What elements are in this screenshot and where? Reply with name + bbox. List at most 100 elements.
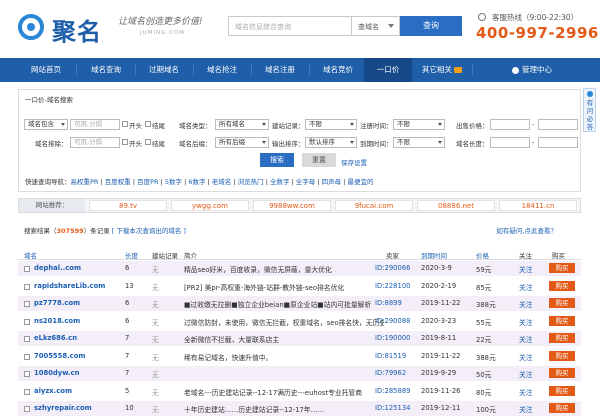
row-seller[interactable]: ID:285889 <box>375 387 410 395</box>
quick-link[interactable]: 最便宜的 <box>347 178 373 186</box>
row-seller[interactable]: ID:79962 <box>375 369 406 377</box>
suffix-select[interactable]: 所有后缀 <box>215 137 269 148</box>
quick-link[interactable]: 老域名 <box>212 178 232 186</box>
header-search-input[interactable]: 域名信息综合查询 <box>228 16 352 36</box>
row-seller[interactable]: ID:125134 <box>375 404 410 412</box>
recommend-item[interactable]: 9fucai.com <box>335 200 413 211</box>
row-checkbox[interactable] <box>24 388 30 395</box>
row-buy-button[interactable]: 购买 <box>549 315 575 326</box>
search-type-select[interactable]: 查域名 <box>352 16 400 36</box>
row-follow-link[interactable]: 关注 <box>519 369 533 379</box>
row-follow-link[interactable]: 关注 <box>519 264 533 274</box>
nav-expired[interactable]: 过期域名 <box>136 58 192 82</box>
row-follow-link[interactable]: 关注 <box>519 317 533 327</box>
price-max-input[interactable] <box>538 119 578 130</box>
exclude-start-checkbox[interactable] <box>122 139 128 145</box>
length-max-input[interactable] <box>538 137 578 148</box>
row-buy-button[interactable]: 购买 <box>549 333 575 343</box>
row-checkbox[interactable] <box>24 283 30 290</box>
quick-link[interactable]: 5数字 <box>165 178 182 186</box>
domain-type-select[interactable]: 所有域名 <box>215 119 269 130</box>
download-results-link[interactable]: [ 下载本次查询出的域名 ] <box>112 227 186 235</box>
row-follow-link[interactable]: 关注 <box>519 282 533 292</box>
row-checkbox[interactable] <box>24 371 30 377</box>
row-domain[interactable]: dephal..com <box>34 264 81 272</box>
quick-link[interactable]: 百度PR <box>137 178 158 186</box>
site-record-select[interactable]: 不限 <box>305 119 357 130</box>
quick-link[interactable]: 百度权重 <box>105 178 131 186</box>
recommend-item[interactable]: 89.tv <box>89 200 167 211</box>
row-checkbox[interactable] <box>24 266 30 272</box>
row-buy-button[interactable]: 购买 <box>549 403 575 413</box>
row-buy-button[interactable]: 购买 <box>549 263 575 273</box>
include-input[interactable]: 可用,分隔 <box>70 119 120 130</box>
include-start-label: 开头 <box>129 122 142 130</box>
row-buy-button[interactable]: 购买 <box>549 368 575 378</box>
row-seller[interactable]: ID:81519 <box>375 352 406 360</box>
recommend-item[interactable]: 08886.net <box>417 200 495 211</box>
row-checkbox[interactable] <box>24 301 30 307</box>
quick-link[interactable]: 6数字 <box>188 178 205 186</box>
row-follow-link[interactable]: 关注 <box>519 404 533 414</box>
row-seller[interactable]: ID:228100 <box>375 282 410 290</box>
quick-link[interactable]: 全字母 <box>296 178 316 186</box>
row-seller[interactable]: ID:190000 <box>375 334 410 342</box>
price-min-input[interactable] <box>490 119 530 130</box>
nav-home[interactable]: 网站首页 <box>18 58 74 82</box>
quick-link[interactable]: 高权重PR <box>71 178 99 186</box>
exclude-end-checkbox[interactable] <box>145 139 151 145</box>
row-seller[interactable]: ID:290088 <box>375 317 410 325</box>
row-checkbox[interactable] <box>24 353 30 360</box>
row-domain[interactable]: 1080dyw.cn <box>34 369 80 377</box>
row-buy-button[interactable]: 购买 <box>549 280 575 291</box>
row-buy-button[interactable]: 购买 <box>549 350 575 361</box>
include-start-checkbox[interactable] <box>122 121 128 127</box>
expire-select[interactable]: 不限 <box>393 137 445 148</box>
recommend-item[interactable]: ywgg.com <box>171 200 249 211</box>
row-domain[interactable]: szhyrepair.com <box>34 404 92 412</box>
include-end-checkbox[interactable] <box>145 121 151 127</box>
row-domain[interactable]: aiyzx.com <box>34 387 72 395</box>
reg-time-select[interactable]: 不限 <box>393 119 445 130</box>
site-logo[interactable]: 聚名 <box>18 10 118 46</box>
row-checkbox[interactable] <box>24 336 30 342</box>
nav-register[interactable]: 域名注册 <box>252 58 308 82</box>
length-min-input[interactable] <box>490 137 530 148</box>
reset-button[interactable]: 重置 <box>302 153 336 167</box>
recommend-item[interactable]: 18411.cn <box>499 200 577 211</box>
nav-domain-query[interactable]: 域名查询 <box>78 58 134 82</box>
nav-manage[interactable]: 管理中心 <box>496 58 568 82</box>
row-follow-link[interactable]: 关注 <box>519 299 533 309</box>
row-checkbox[interactable] <box>24 318 30 325</box>
row-follow-link[interactable]: 关注 <box>519 334 533 344</box>
row-buy-button[interactable]: 购买 <box>549 298 575 308</box>
include-select[interactable]: 域名包含 <box>24 119 68 130</box>
row-checkbox[interactable] <box>24 406 30 412</box>
help-link[interactable]: 如有疑问,点此查看？ <box>496 225 557 235</box>
row-domain[interactable]: rapidshareLib.com <box>34 282 105 290</box>
recommend-item[interactable]: 9988ww.com <box>253 200 331 211</box>
quick-link[interactable]: 全数字 <box>270 178 290 186</box>
nav-snapback[interactable]: 域名抢注 <box>194 58 250 82</box>
nav-fixed-price[interactable]: 一口价 <box>364 58 412 82</box>
save-settings-link[interactable]: 保存设置 <box>341 157 367 167</box>
include-select-value: 域名包含 <box>28 120 54 128</box>
row-follow-link[interactable]: 关注 <box>519 352 533 362</box>
row-domain[interactable]: pz7778.com <box>34 299 80 307</box>
nav-auction[interactable]: 域名竞价 <box>310 58 366 82</box>
quick-link[interactable]: 浏览热门 <box>238 178 264 186</box>
search-button[interactable]: 搜索 <box>260 153 294 167</box>
row-buy-button[interactable]: 购买 <box>549 385 575 396</box>
row-follow-link[interactable]: 关注 <box>519 387 533 397</box>
exclude-input[interactable]: 可用,分隔 <box>70 137 120 148</box>
row-seller[interactable]: ID:8899 <box>375 299 402 307</box>
nav-other[interactable]: 其它相关 <box>414 58 470 82</box>
row-domain[interactable]: eLkz686.cn <box>34 334 77 342</box>
qa-side-tab[interactable]: 有问必答 <box>583 88 596 132</box>
row-domain[interactable]: ns2018.com <box>34 317 80 325</box>
quick-link[interactable]: 四声母 <box>322 178 342 186</box>
sort-select[interactable]: 默认排序 <box>305 137 357 148</box>
row-domain[interactable]: 7005558.com <box>34 352 85 360</box>
row-seller[interactable]: ID:290066 <box>375 264 410 272</box>
header-search-button[interactable]: 查询 <box>400 16 462 36</box>
